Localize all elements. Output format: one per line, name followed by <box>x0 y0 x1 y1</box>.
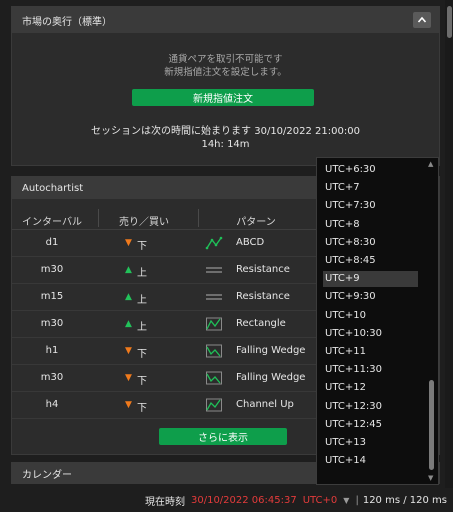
market-depth-panel: 市場の奥行（標準） 通貨ペアを取引不可能です 新規指値注文を設定します。 新規指… <box>11 6 440 166</box>
resistance-icon <box>205 289 223 305</box>
side-cell: 上 <box>137 268 147 279</box>
pattern-cell: Resistance <box>236 264 290 275</box>
arrow-up-icon: ▲ <box>125 292 132 302</box>
timezone-option[interactable]: UTC+6:30 <box>323 162 418 178</box>
interval-cell: m15 <box>40 291 64 302</box>
interval-cell: m30 <box>40 372 64 383</box>
falling-wedge-icon <box>205 370 223 386</box>
dropdown-scrollbar[interactable]: ▲ ▼ <box>427 160 436 482</box>
abcd-pattern-icon <box>205 235 223 251</box>
channel-up-icon <box>205 397 223 413</box>
current-time-label: 現在時刻 <box>144 497 185 508</box>
market-depth-header[interactable]: 市場の奥行（標準） <box>12 7 439 33</box>
collapse-button[interactable] <box>413 12 431 28</box>
timezone-option[interactable]: UTC+9:30 <box>323 289 418 305</box>
calendar-title: カレンダー <box>22 469 72 481</box>
column-divider <box>198 209 199 227</box>
timezone-option[interactable]: UTC+14 <box>323 453 418 469</box>
pattern-cell: Resistance <box>236 291 290 302</box>
new-limit-order-button[interactable]: 新規指値注文 <box>132 89 314 106</box>
arrow-down-icon: ▼ <box>125 238 132 248</box>
status-bar: 現在時刻 30/10/2022 06:45:37 UTC+0 ▼ | 120 m… <box>0 489 453 512</box>
timezone-option[interactable]: UTC+8 <box>323 217 418 233</box>
arrow-down-icon: ▼ <box>125 400 132 410</box>
timezone-option[interactable]: UTC+13 <box>323 435 418 451</box>
interval-column-header: インターバル <box>22 217 82 228</box>
side-cell: 下 <box>137 241 147 252</box>
scroll-down-icon[interactable]: ▼ <box>428 474 433 482</box>
page-scrollbar[interactable] <box>445 0 453 488</box>
side-cell: 下 <box>137 349 147 360</box>
pattern-cell: Rectangle <box>236 318 286 329</box>
current-time-value: 30/10/2022 06:45:37 <box>190 495 297 506</box>
session-countdown: 14h: 14m <box>201 139 250 150</box>
timezone-option[interactable]: UTC+11:30 <box>323 362 418 378</box>
timezone-option[interactable]: UTC+12:45 <box>323 417 418 433</box>
timezone-option[interactable]: UTC+12:30 <box>323 399 418 415</box>
arrow-down-icon: ▼ <box>125 373 132 383</box>
session-start-text: セッションは次の時間に始まります 30/10/2022 21:00:00 <box>91 126 360 137</box>
autochartist-title: Autochartist <box>22 182 84 194</box>
timezone-dropdown[interactable]: UTC+6:30 UTC+7 UTC+7:30 UTC+8 UTC+8:30 UTC+8:… <box>316 157 439 485</box>
interval-cell: d1 <box>45 237 59 248</box>
dropdown-scrollbar-thumb[interactable] <box>429 380 434 470</box>
pattern-cell: Falling Wedge <box>236 345 306 356</box>
arrow-down-icon: ▼ <box>125 346 132 356</box>
timezone-option[interactable]: UTC+9 <box>323 271 418 288</box>
timezone-option[interactable]: UTC+7:30 <box>323 198 418 214</box>
market-depth-title: 市場の奥行（標準） <box>22 16 112 28</box>
market-closed-message: 通貨ペアを取引不可能です <box>168 54 283 65</box>
arrow-up-icon: ▲ <box>125 319 132 329</box>
pattern-cell: ABCD <box>236 237 265 248</box>
divider: | <box>355 495 359 506</box>
side-column-header: 売り／買い <box>119 217 169 228</box>
scroll-up-icon[interactable]: ▲ <box>428 160 433 168</box>
timezone-option[interactable]: UTC+12 <box>323 380 418 396</box>
timezone-option[interactable]: UTC+11 <box>323 344 418 360</box>
page-scrollbar-thumb[interactable] <box>447 6 452 38</box>
timezone-option[interactable]: UTC+8:30 <box>323 235 418 251</box>
pattern-cell: Channel Up <box>236 399 294 410</box>
timezone-selector[interactable]: UTC+0 <box>303 495 338 506</box>
interval-cell: m30 <box>40 318 64 329</box>
set-limit-order-message: 新規指値注文を設定します。 <box>164 67 287 78</box>
side-cell: 上 <box>137 295 147 306</box>
chevron-down-icon[interactable]: ▼ <box>343 496 349 505</box>
latency-value: 120 ms / 120 ms <box>362 495 447 506</box>
pattern-column-header: パターン <box>236 217 276 228</box>
interval-cell: h1 <box>45 345 59 356</box>
show-more-button[interactable]: さらに表示 <box>159 428 287 445</box>
side-cell: 下 <box>137 376 147 387</box>
interval-cell: m30 <box>40 264 64 275</box>
arrow-up-icon: ▲ <box>125 265 132 275</box>
pattern-cell: Falling Wedge <box>236 372 306 383</box>
falling-wedge-icon <box>205 343 223 359</box>
rectangle-pattern-icon <box>205 316 223 332</box>
side-cell: 上 <box>137 322 147 333</box>
timezone-option[interactable]: UTC+7 <box>323 180 418 196</box>
interval-cell: h4 <box>45 399 59 410</box>
column-divider <box>98 209 99 227</box>
timezone-option[interactable]: UTC+10:30 <box>323 326 418 342</box>
side-cell: 下 <box>137 403 147 414</box>
timezone-option[interactable]: UTC+10 <box>323 308 418 324</box>
resistance-icon <box>205 262 223 278</box>
chevron-up-icon <box>417 16 427 23</box>
timezone-option[interactable]: UTC+8:45 <box>323 253 418 269</box>
